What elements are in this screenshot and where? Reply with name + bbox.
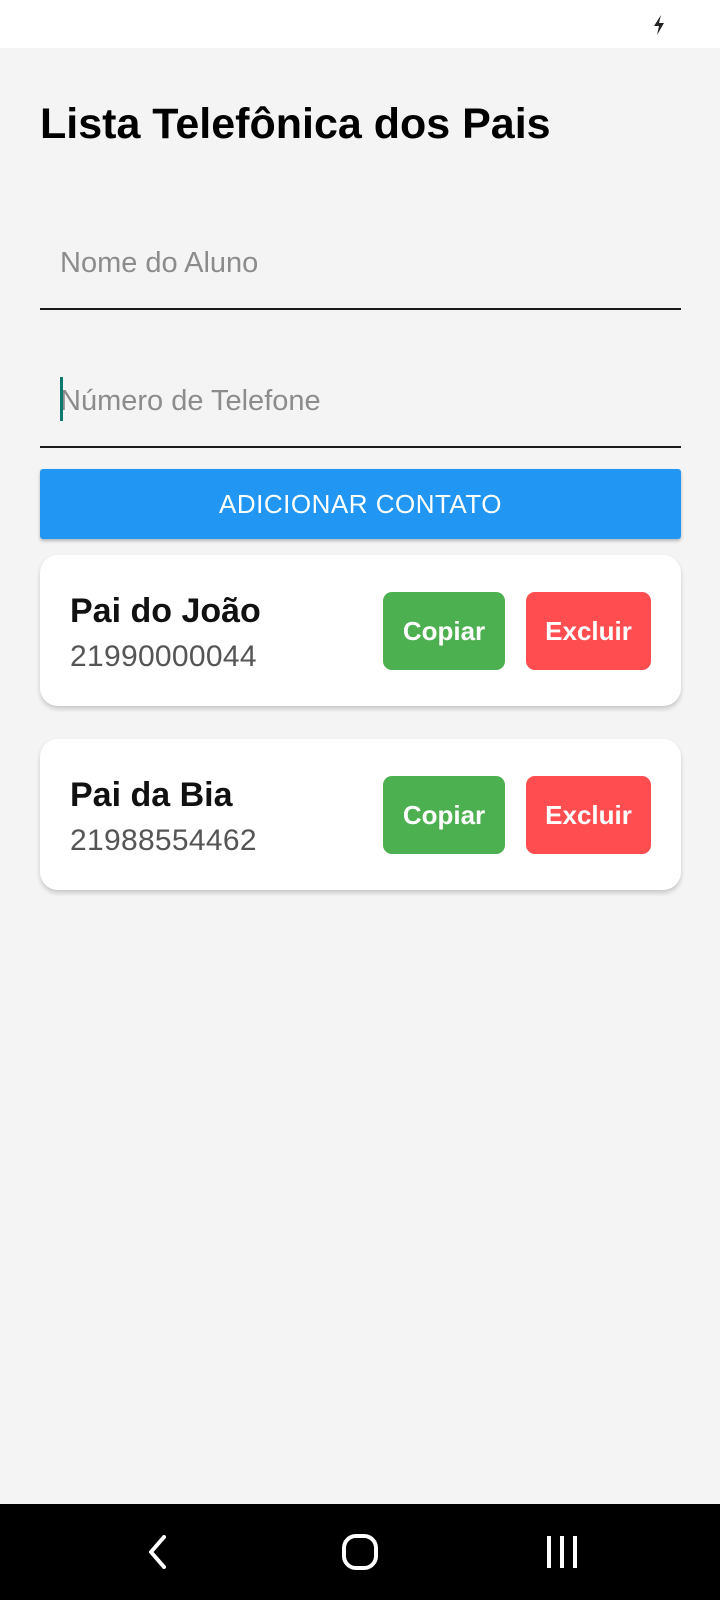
- home-icon: [342, 1534, 378, 1570]
- copy-button[interactable]: Copiar: [383, 776, 505, 854]
- recent-apps-icon: [547, 1536, 577, 1568]
- add-contact-button[interactable]: ADICIONAR CONTATO: [40, 469, 681, 539]
- contact-card: Pai da Bia 21988554462 Copiar Excluir: [40, 739, 681, 890]
- page-title: Lista Telefônica dos Pais: [40, 100, 551, 148]
- contact-name: Pai da Bia: [70, 776, 233, 814]
- system-navigation-bar: [0, 1504, 720, 1600]
- recent-apps-button[interactable]: [502, 1504, 622, 1600]
- text-cursor: [60, 377, 63, 421]
- status-bar: [0, 0, 720, 48]
- back-icon: [149, 1535, 166, 1569]
- delete-button[interactable]: Excluir: [526, 776, 651, 854]
- home-button[interactable]: [300, 1504, 420, 1600]
- contact-phone: 21988554462: [70, 824, 257, 857]
- student-name-input[interactable]: [40, 230, 681, 296]
- contact-phone: 21990000044: [70, 640, 257, 673]
- back-button[interactable]: [98, 1504, 218, 1600]
- copy-button[interactable]: Copiar: [383, 592, 505, 670]
- phone-number-field[interactable]: [40, 368, 681, 448]
- student-name-field[interactable]: [40, 230, 681, 310]
- charging-icon: [654, 15, 664, 35]
- contact-card: Pai do João 21990000044 Copiar Excluir: [40, 555, 681, 706]
- phone-number-input[interactable]: [40, 368, 681, 434]
- delete-button[interactable]: Excluir: [526, 592, 651, 670]
- contact-name: Pai do João: [70, 592, 261, 630]
